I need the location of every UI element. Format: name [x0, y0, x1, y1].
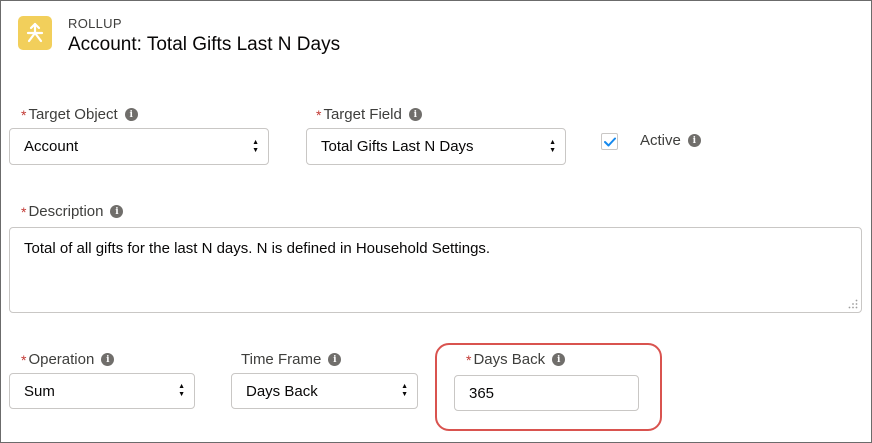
page-title: Account: Total Gifts Last N Days: [68, 34, 341, 55]
days-back-input[interactable]: 365: [454, 375, 639, 411]
record-type-label: ROLLUP: [68, 16, 122, 31]
target-object-label: * Target Object i: [21, 106, 138, 123]
operation-select[interactable]: Sum ▲ ▼: [9, 373, 195, 409]
time-frame-label: Time Frame i: [241, 351, 342, 368]
info-icon[interactable]: i: [328, 353, 342, 366]
required-marker: *: [21, 351, 27, 368]
info-icon[interactable]: i: [101, 353, 115, 366]
resize-handle-icon[interactable]: [848, 299, 858, 309]
description-value: Total of all gifts for the last N days. …: [24, 240, 491, 257]
info-icon[interactable]: i: [110, 205, 124, 218]
target-object-label-text: Target Object: [28, 106, 118, 123]
info-icon[interactable]: i: [124, 108, 138, 121]
days-back-label-text: Days Back: [473, 351, 546, 368]
description-label: * Description i: [21, 203, 124, 220]
time-frame-value: Days Back: [246, 382, 318, 400]
rollup-icon: [18, 16, 52, 50]
active-checkbox[interactable]: [601, 133, 618, 150]
required-marker: *: [466, 351, 472, 368]
operation-value: Sum: [24, 382, 55, 400]
info-icon[interactable]: i: [687, 134, 701, 147]
rollup-edit-panel: ROLLUP Account: Total Gifts Last N Days …: [0, 0, 872, 443]
target-object-select[interactable]: Account ▲ ▼: [9, 128, 269, 165]
description-label-text: Description: [28, 203, 104, 220]
target-field-label-text: Target Field: [323, 106, 402, 123]
select-arrows-icon: ▲ ▼: [401, 383, 408, 398]
checkmark-icon: [603, 137, 616, 146]
required-marker: *: [21, 203, 27, 220]
required-marker: *: [21, 106, 27, 123]
days-back-label: * Days Back i: [466, 351, 566, 368]
description-textarea[interactable]: Total of all gifts for the last N days. …: [9, 227, 862, 313]
time-frame-label-text: Time Frame: [241, 351, 322, 368]
target-field-value: Total Gifts Last N Days: [321, 138, 474, 155]
select-arrows-icon: ▲ ▼: [549, 138, 556, 154]
active-label: Active i: [640, 132, 701, 149]
time-frame-select[interactable]: Days Back ▲ ▼: [231, 373, 418, 409]
target-object-value: Account: [24, 138, 79, 155]
active-label-text: Active: [640, 132, 681, 149]
info-icon[interactable]: i: [552, 353, 566, 366]
operation-label: * Operation i: [21, 351, 115, 368]
info-icon[interactable]: i: [408, 108, 422, 121]
target-field-label: * Target Field i: [316, 106, 422, 123]
operation-label-text: Operation: [28, 351, 95, 368]
required-marker: *: [316, 106, 322, 123]
target-field-select[interactable]: Total Gifts Last N Days ▲ ▼: [306, 128, 566, 165]
select-arrows-icon: ▲ ▼: [252, 138, 259, 154]
days-back-value: 365: [469, 384, 495, 402]
select-arrows-icon: ▲ ▼: [178, 383, 185, 398]
